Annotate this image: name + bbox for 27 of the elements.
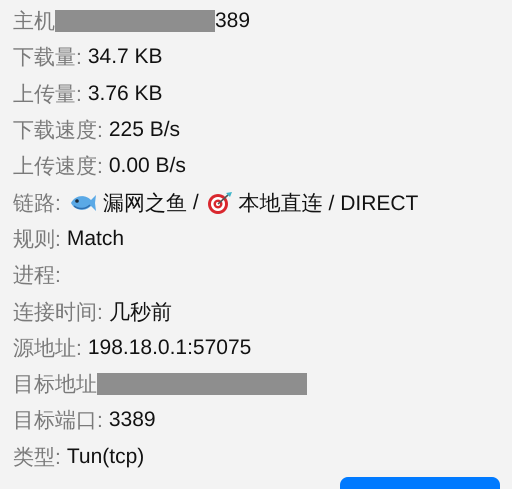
field-label: 规则:: [13, 226, 61, 253]
field-value: 3.76 KB: [88, 82, 163, 106]
field-label: 上传速度:: [13, 154, 103, 180]
field-label: 类型:: [13, 444, 61, 471]
field-label: 下载量:: [13, 45, 82, 72]
field-label: 目标端口:: [13, 408, 103, 434]
field-label: 目标地址: [13, 372, 97, 398]
field-value: 34.7 KB: [88, 45, 163, 70]
field-value: 225 B/s: [108, 118, 180, 142]
field-value: Tun(tcp): [66, 444, 144, 469]
dartboard-icon: [206, 190, 233, 215]
field-label: 主机: [13, 9, 55, 36]
field-value: 0.00 B/s: [108, 154, 186, 178]
field-value: 几秒前: [108, 300, 172, 326]
field-label: 上传量:: [13, 82, 82, 108]
field-label: 进程:: [13, 263, 61, 290]
field-value: 漏网之鱼: [102, 190, 187, 217]
field-label: 下载速度:: [13, 118, 103, 144]
field-label: 链路:: [13, 190, 61, 217]
field-value: 3389: [108, 408, 156, 432]
field-value: /: [192, 190, 199, 215]
field-value: 389: [215, 9, 250, 34]
field-label: 源地址:: [13, 336, 82, 362]
field-label: 连接时间:: [13, 300, 103, 326]
field-value: 本地直连 / DIRECT: [238, 190, 418, 217]
field-value: Match: [66, 226, 124, 251]
field-value: 198.18.0.1:57075: [88, 336, 252, 360]
